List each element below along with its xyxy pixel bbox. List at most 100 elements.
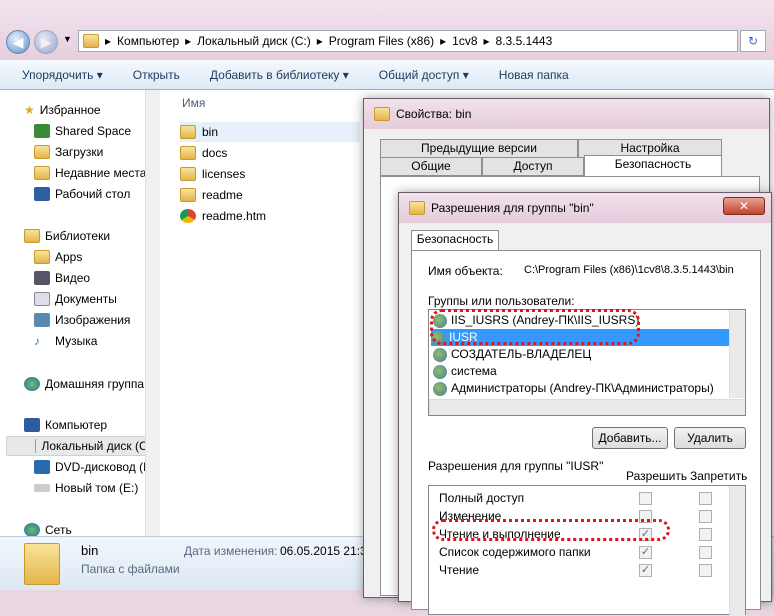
computer-icon bbox=[24, 418, 40, 432]
dialog-title: Свойства: bin bbox=[396, 107, 472, 121]
user-group-icon bbox=[433, 347, 447, 362]
history-dropdown[interactable]: ▼ bbox=[63, 34, 72, 44]
nav-favorites[interactable]: ★ Избранное bbox=[24, 100, 101, 120]
open-button[interactable]: Открыть bbox=[133, 68, 180, 82]
nav-libraries[interactable]: Библиотеки bbox=[24, 226, 110, 246]
column-header-name[interactable]: Имя bbox=[182, 96, 205, 110]
deny-checkbox[interactable] bbox=[699, 564, 712, 577]
nav-network[interactable]: Сеть bbox=[24, 520, 72, 536]
nav-item[interactable]: Загрузки bbox=[34, 142, 103, 162]
highlight-annotation bbox=[430, 309, 640, 345]
nav-item[interactable]: Видео bbox=[34, 268, 90, 288]
crumb[interactable]: Program Files (x86) bbox=[329, 34, 434, 48]
crumb[interactable]: Локальный диск (C:) bbox=[197, 34, 311, 48]
allow-checkbox[interactable] bbox=[639, 492, 652, 505]
new-folder-button[interactable]: Новая папка bbox=[499, 68, 569, 82]
documents-icon bbox=[34, 292, 50, 306]
nav-item-selected[interactable]: Локальный диск (C:) bbox=[6, 436, 156, 456]
library-icon bbox=[24, 229, 40, 243]
recent-icon bbox=[34, 166, 50, 180]
deny-column-header: Запретить bbox=[690, 469, 748, 483]
deny-checkbox[interactable] bbox=[699, 528, 712, 541]
folder-icon bbox=[374, 107, 390, 121]
remove-button[interactable]: Удалить bbox=[674, 427, 746, 449]
details-date-label: Дата изменения: bbox=[184, 544, 278, 558]
tab-security[interactable]: Безопасность bbox=[584, 155, 722, 176]
video-icon bbox=[34, 271, 50, 285]
folder-large-icon bbox=[24, 543, 60, 585]
allow-checkbox[interactable]: ✓ bbox=[639, 546, 652, 559]
group-item[interactable]: система bbox=[433, 363, 497, 380]
address-input[interactable]: ▸ Компьютер ▸ Локальный диск (C:) ▸ Program… bbox=[78, 30, 738, 52]
crumb[interactable]: 8.3.5.1443 bbox=[496, 34, 553, 48]
folder-icon bbox=[34, 250, 50, 264]
nav-item[interactable]: ♪ Музыка bbox=[34, 331, 97, 351]
tab-previous-versions[interactable]: Предыдущие версии bbox=[380, 139, 578, 158]
permissions-dialog: Разрешения для группы "bin" ✕ Безопаснос… bbox=[398, 192, 772, 616]
nav-item[interactable]: Рабочий стол bbox=[34, 184, 130, 204]
permission-name: Чтение bbox=[439, 563, 480, 577]
file-item[interactable]: licenses bbox=[180, 164, 245, 184]
nav-item[interactable]: Shared Space bbox=[34, 121, 131, 141]
tab-sharing[interactable]: Доступ bbox=[482, 157, 584, 176]
dialog-title: Разрешения для группы "bin" bbox=[431, 201, 594, 215]
file-item[interactable]: docs bbox=[180, 143, 227, 163]
share-button[interactable]: Общий доступ ▾ bbox=[379, 68, 469, 82]
folder-icon bbox=[180, 146, 196, 160]
pictures-icon bbox=[34, 313, 50, 327]
highlight-annotation bbox=[432, 519, 670, 541]
deny-checkbox[interactable] bbox=[699, 546, 712, 559]
folder-icon bbox=[409, 201, 425, 215]
crumb[interactable]: Компьютер bbox=[117, 34, 179, 48]
forward-button[interactable]: ▶ bbox=[34, 30, 58, 54]
allow-checkbox[interactable]: ✓ bbox=[639, 564, 652, 577]
organize-button[interactable]: Упорядочить ▾ bbox=[22, 68, 103, 82]
file-item[interactable]: readme.htm bbox=[180, 206, 266, 226]
permission-name: Список содержимого папки bbox=[439, 545, 591, 559]
drive-icon bbox=[34, 484, 50, 492]
crumb[interactable]: 1cv8 bbox=[452, 34, 477, 48]
homegroup-icon bbox=[24, 377, 40, 391]
disk-icon bbox=[35, 439, 37, 453]
object-name-label: Имя объекта: bbox=[428, 264, 503, 278]
close-button[interactable]: ✕ bbox=[723, 197, 765, 215]
nav-item[interactable]: Изображения bbox=[34, 310, 130, 330]
file-item[interactable]: readme bbox=[180, 185, 243, 205]
folder-icon bbox=[180, 188, 196, 202]
nav-item[interactable]: DVD-дисковод (D:) bbox=[34, 457, 159, 477]
permissions-list: Полный доступ Изменение Чтение и выполне… bbox=[428, 485, 746, 616]
groups-hscrollbar[interactable] bbox=[429, 399, 745, 415]
groups-vscrollbar[interactable] bbox=[729, 310, 745, 398]
navigation-pane: ★ Избранное Shared Space Загрузки Недавни… bbox=[0, 90, 160, 536]
nav-item[interactable]: Новый том (E:) bbox=[34, 478, 138, 498]
permissions-titlebar: Разрешения для группы "bin" bbox=[399, 193, 771, 223]
add-to-library-button[interactable]: Добавить в библиотеку ▾ bbox=[210, 68, 349, 82]
nav-item[interactable]: Документы bbox=[34, 289, 117, 309]
tab-general[interactable]: Общие bbox=[380, 157, 482, 176]
deny-checkbox[interactable] bbox=[699, 510, 712, 523]
details-name: bin bbox=[81, 543, 99, 558]
group-item[interactable]: СОЗДАТЕЛЬ-ВЛАДЕЛЕЦ bbox=[433, 346, 591, 363]
downloads-icon bbox=[34, 145, 50, 159]
tab-security[interactable]: Безопасность bbox=[411, 230, 499, 251]
group-item[interactable]: Администраторы (Andrey-ПК\Администраторы… bbox=[433, 380, 714, 397]
music-icon: ♪ bbox=[34, 334, 40, 348]
nav-item[interactable]: Недавние места bbox=[34, 163, 146, 183]
object-path: C:\Program Files (x86)\1cv8\8.3.5.1443\b… bbox=[524, 264, 734, 276]
file-item[interactable]: bin bbox=[180, 122, 360, 142]
add-button[interactable]: Добавить... bbox=[592, 427, 668, 449]
refresh-button[interactable]: ↻ bbox=[740, 30, 766, 52]
security-panel: Имя объекта: C:\Program Files (x86)\1cv8… bbox=[411, 250, 761, 616]
folder-icon bbox=[180, 167, 196, 181]
permissions-scrollbar[interactable] bbox=[729, 486, 745, 616]
nav-homegroup[interactable]: Домашняя группа bbox=[24, 374, 144, 394]
desktop-icon bbox=[34, 187, 50, 201]
nav-scrollbar[interactable] bbox=[145, 90, 160, 536]
deny-checkbox[interactable] bbox=[699, 492, 712, 505]
properties-titlebar: Свойства: bin bbox=[364, 99, 769, 129]
toolbar: Упорядочить ▾ Открыть Добавить в библиот… bbox=[0, 60, 774, 90]
back-button[interactable]: ◀ bbox=[6, 30, 30, 54]
network-icon bbox=[24, 523, 40, 536]
nav-item[interactable]: Apps bbox=[34, 247, 82, 267]
nav-computer[interactable]: Компьютер bbox=[24, 415, 107, 435]
